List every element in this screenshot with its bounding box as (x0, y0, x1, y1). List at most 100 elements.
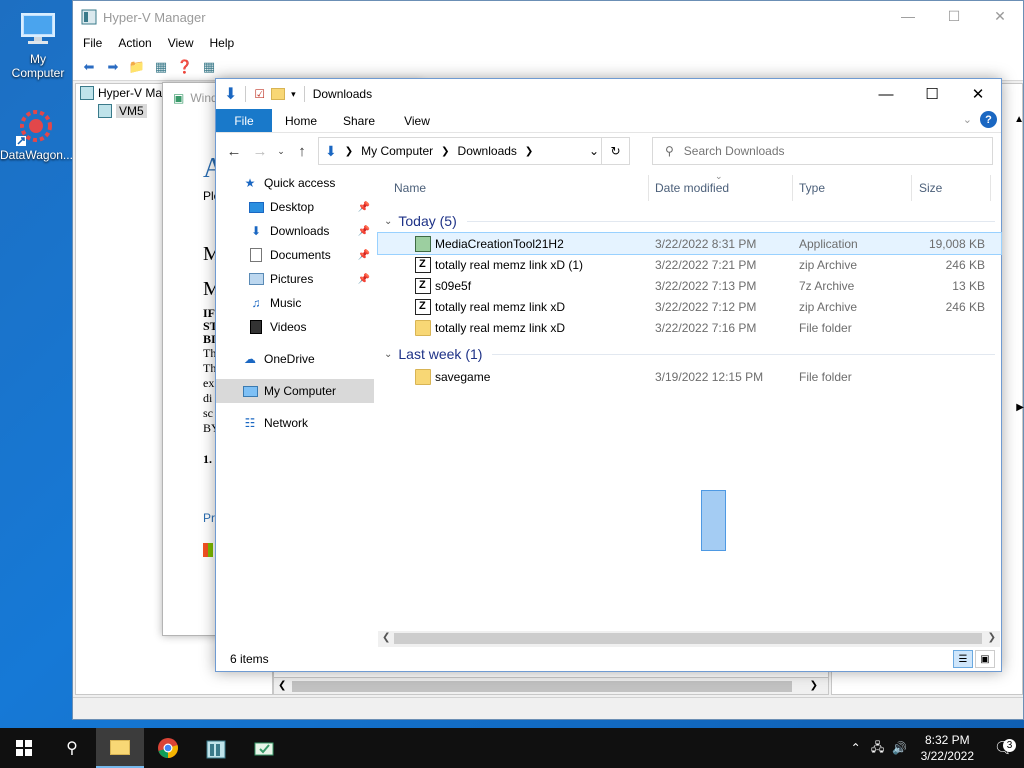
group-header-today[interactable]: ⌄ Today (5) (378, 209, 1001, 233)
recent-locations-icon[interactable]: ⌄ (276, 141, 286, 161)
show-hide-tree-icon[interactable]: ▦ (151, 57, 171, 77)
scroll-right-icon[interactable]: ❯ (810, 680, 818, 691)
show-hidden-icons-icon[interactable]: ⌃ (845, 741, 867, 755)
scroll-left-icon[interactable]: ❮ (278, 680, 286, 691)
breadcrumb-my-computer[interactable]: My Computer (361, 144, 433, 158)
taskbar-chrome[interactable] (144, 728, 192, 768)
nav-quick-access[interactable]: ★ Quick access (216, 171, 374, 195)
file-row[interactable]: totally real memz link xD 3/22/2022 7:12… (378, 296, 1001, 317)
details-view-icon[interactable]: ☰ (953, 650, 973, 668)
breadcrumb-separator-icon[interactable]: ❯ (345, 146, 353, 157)
forward-arrow-icon[interactable]: ➡ (103, 57, 123, 77)
pin-icon[interactable]: 📌 (358, 250, 370, 261)
action-pane-icon[interactable]: ▦ (199, 57, 219, 77)
hyperv-titlebar[interactable]: Hyper-V Manager (73, 1, 1023, 33)
group-header-last-week[interactable]: ⌄ Last week (1) (378, 342, 1001, 366)
nav-onedrive[interactable]: ☁ OneDrive (216, 347, 374, 371)
column-size[interactable]: Size (919, 181, 942, 195)
nav-documents[interactable]: Documents 📌 (216, 243, 374, 267)
large-icons-view-icon[interactable]: ▣ (975, 650, 995, 668)
column-date-modified[interactable]: Date modified (655, 181, 729, 195)
breadcrumb-separator-icon[interactable]: ❯ (525, 146, 533, 157)
minimize-button[interactable]: — (885, 1, 931, 31)
up-button[interactable]: ↑ (292, 141, 312, 161)
desktop-icon-my-computer[interactable]: My Computer (2, 10, 74, 80)
music-icon: ♫ (251, 296, 261, 310)
back-button[interactable]: ← (224, 141, 244, 161)
maximize-button[interactable]: ☐ (931, 1, 977, 31)
menu-help[interactable]: Help (210, 36, 235, 50)
scroll-right-icon[interactable]: ▶ (1016, 402, 1024, 413)
breadcrumb-downloads[interactable]: Downloads (458, 144, 517, 158)
taskbar-hyperv-manager[interactable] (192, 728, 240, 768)
pin-icon[interactable]: 📌 (358, 202, 370, 213)
search-input[interactable] (683, 144, 964, 158)
nav-pictures[interactable]: Pictures 📌 (216, 267, 374, 291)
pin-icon[interactable]: 📌 (358, 226, 370, 237)
refresh-icon[interactable]: ↻ (601, 138, 629, 164)
nav-desktop[interactable]: Desktop 📌 (216, 195, 374, 219)
file-type: File folder (799, 320, 852, 335)
expand-ribbon-icon[interactable]: ⌄ (963, 113, 972, 126)
taskbar-setup[interactable] (240, 728, 288, 768)
collapse-chevron-icon[interactable]: ⌄ (384, 216, 392, 227)
ribbon-tab-share[interactable]: Share (330, 109, 388, 132)
scroll-up-icon[interactable]: ▲ (1014, 114, 1024, 125)
maximize-button[interactable]: ☐ (909, 79, 955, 109)
new-folder-icon[interactable] (271, 88, 286, 100)
file-row[interactable]: s09e5f 3/22/2022 7:13 PM 7z Archive 13 K… (378, 275, 1001, 296)
clock[interactable]: 8:32 PM 3/22/2022 (911, 732, 984, 764)
up-folder-icon[interactable]: 📁 (127, 57, 147, 77)
file-row[interactable]: MediaCreationTool21H2 3/22/2022 8:31 PM … (377, 232, 1002, 255)
search-box[interactable]: ⚲ (652, 137, 993, 165)
close-button[interactable]: ✕ (977, 1, 1023, 31)
volume-icon[interactable]: 🔊 (889, 741, 911, 755)
ribbon-tab-home[interactable]: Home (272, 109, 330, 132)
nav-videos[interactable]: Videos (216, 315, 374, 339)
file-row[interactable]: totally real memz link xD 3/22/2022 7:16… (378, 317, 1001, 338)
notification-center-button[interactable]: 🗨 3 (984, 738, 1024, 758)
ribbon-tab-view[interactable]: View (388, 109, 446, 132)
ribbon-tab-file[interactable]: File (216, 109, 272, 132)
file-name: MediaCreationTool21H2 (435, 236, 564, 251)
minimize-button[interactable]: — (863, 79, 909, 109)
file-row[interactable]: totally real memz link xD (1) 3/22/2022 … (378, 254, 1001, 275)
collapse-chevron-icon[interactable]: ⌄ (384, 349, 392, 360)
nav-network[interactable]: ☷ Network (216, 411, 374, 435)
column-name[interactable]: Name (394, 181, 426, 195)
scroll-right-icon[interactable]: ❯ (988, 632, 996, 643)
explorer-title: Downloads (312, 87, 373, 101)
back-arrow-icon[interactable]: ⬅ (79, 57, 99, 77)
scroll-left-icon[interactable]: ❮ (382, 632, 390, 643)
nav-downloads[interactable]: ⬇ Downloads 📌 (216, 219, 374, 243)
forward-button[interactable]: → (250, 141, 270, 161)
menu-view[interactable]: View (168, 36, 194, 50)
breadcrumb-separator-icon[interactable]: ❯ (441, 146, 449, 157)
file-type: File folder (799, 369, 852, 384)
quick-access-dropdown-icon[interactable]: ▾ (291, 89, 296, 100)
properties-icon[interactable]: ☑ (254, 87, 265, 101)
pin-icon[interactable]: 📌 (358, 274, 370, 285)
nav-my-computer[interactable]: My Computer (216, 379, 374, 403)
help-icon[interactable]: ? (980, 111, 997, 128)
network-icon[interactable]: 🖧 (867, 738, 889, 759)
desktop-icon-datawagon[interactable]: DataWagon... (0, 106, 73, 162)
menu-action[interactable]: Action (118, 36, 151, 50)
explorer-hscrollbar[interactable]: ❮ ❯ (378, 631, 1000, 647)
close-button[interactable]: ✕ (955, 79, 1001, 109)
help-book-icon[interactable]: ❓ (175, 57, 195, 77)
hyperv-hscrollbar[interactable]: ❮ ❯ (273, 677, 829, 695)
address-dropdown-icon[interactable]: ⌄ (589, 144, 599, 158)
scroll-thumb[interactable] (292, 681, 792, 692)
file-date: 3/22/2022 7:21 PM (655, 257, 757, 272)
scroll-thumb[interactable] (394, 633, 982, 644)
file-row[interactable]: savegame 3/19/2022 12:15 PM File folder (378, 366, 1001, 387)
search-button[interactable]: ⚲ (48, 728, 96, 768)
start-button[interactable] (0, 728, 48, 768)
column-type[interactable]: Type (799, 181, 825, 195)
taskbar-file-explorer[interactable] (96, 728, 144, 768)
menu-file[interactable]: File (83, 36, 102, 50)
nav-music[interactable]: ♫ Music (216, 291, 374, 315)
selection-rectangle (701, 490, 726, 551)
address-bar[interactable]: ⬇ ❯ My Computer ❯ Downloads ❯ ⌄ ↻ (318, 137, 630, 165)
